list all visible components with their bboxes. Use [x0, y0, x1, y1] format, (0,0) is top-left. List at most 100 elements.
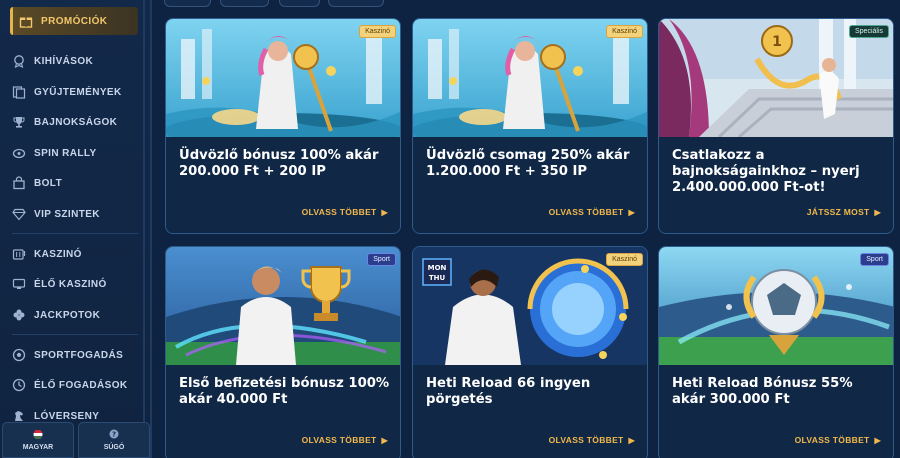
promo-card[interactable]: Kaszinó Üdvözlő csomag 250% akár 1.200.0… — [412, 18, 648, 234]
sidebar-item-live-casino[interactable]: ÉLŐ KASZINÓ — [12, 271, 140, 297]
help-icon: ? — [109, 429, 119, 441]
read-more-link[interactable]: OLVASS TÖBBET ▶ — [549, 435, 635, 445]
sidebar-item-label: JACKPOTOK — [34, 309, 101, 321]
category-badge: Sport — [860, 253, 889, 266]
slot-icon — [12, 247, 26, 261]
filter-tab[interactable] — [279, 0, 320, 7]
sidebar-item-label: ÉLŐ KASZINÓ — [34, 278, 107, 290]
sidebar-item-jackpots[interactable]: JACKPOTOK — [12, 302, 140, 328]
arrow-right-icon: ▶ — [874, 207, 881, 217]
help-button[interactable]: ? SÚGÓ — [78, 422, 150, 458]
filter-tab[interactable] — [220, 0, 269, 7]
read-more-link[interactable]: OLVASS TÖBBET ▶ — [302, 207, 388, 217]
sidebar-item-spin-rally[interactable]: SPIN RALLY — [12, 140, 140, 166]
sidebar-item-label: LÓVERSENY — [34, 410, 100, 422]
cta-label: JÁTSSZ MOST — [806, 207, 870, 217]
category-badge: Kaszinó — [359, 25, 396, 38]
sidebar-item-label: KIHÍVÁSOK — [34, 55, 94, 67]
svg-text:?: ? — [112, 431, 116, 439]
promo-image: Kaszinó — [413, 19, 647, 137]
promo-card[interactable]: Sport Első befizetési bónusz 100% akár 4… — [165, 246, 401, 458]
language-label: MAGYAR — [22, 443, 54, 451]
filter-tab[interactable] — [164, 0, 211, 7]
category-badge: Kaszinó — [606, 253, 643, 266]
sidebar-item-challenges[interactable]: KIHÍVÁSOK — [12, 48, 140, 74]
promo-image: Sport — [659, 247, 893, 365]
read-more-link[interactable]: OLVASS TÖBBET ▶ — [549, 207, 635, 217]
promotions-grid: Kaszinó Üdvözlő bónusz 100% akár 200.000… — [152, 0, 900, 458]
svg-text:MON: MON — [428, 264, 447, 272]
category-badge: Kaszinó — [606, 25, 643, 38]
sidebar-item-vip-levels[interactable]: VIP SZINTEK — [12, 201, 140, 227]
rally-icon — [12, 146, 26, 160]
language-button[interactable]: MAGYAR — [2, 422, 74, 458]
sidebar-footer: MAGYAR ? SÚGÓ — [0, 422, 152, 458]
promo-image: MON THU Kaszinó — [413, 247, 647, 365]
promo-title: Első befizetési bónusz 100% akár 40.000 … — [179, 376, 390, 407]
sidebar: PROMÓCIÓK KIHÍVÁSOK GYŰJTEMÉNYEK BAJNOKS… — [0, 0, 152, 458]
sidebar-item-label: BOLT — [34, 177, 63, 189]
promo-title: Heti Reload 66 ingyen pörgetés — [426, 376, 591, 407]
collection-icon — [12, 85, 26, 99]
sidebar-item-label: KASZINÓ — [34, 248, 82, 260]
play-now-link[interactable]: JÁTSSZ MOST ▶ — [807, 207, 881, 217]
arrow-right-icon: ▶ — [874, 435, 881, 445]
live-casino-icon — [12, 277, 26, 291]
sidebar-item-shop[interactable]: BOLT — [12, 170, 140, 196]
sidebar-item-live-betting[interactable]: ÉLŐ FOGADÁSOK — [12, 372, 140, 398]
promo-title: Heti Reload Bónusz 55% akár 300.000 Ft — [672, 376, 853, 407]
cta-label: OLVASS TÖBBET — [301, 207, 377, 217]
read-more-link[interactable]: OLVASS TÖBBET ▶ — [302, 435, 388, 445]
sidebar-item-label: ÉLŐ FOGADÁSOK — [34, 379, 128, 391]
sidebar-divider — [143, 0, 145, 458]
sidebar-item-label: GYŰJTEMÉNYEK — [34, 86, 122, 98]
arrow-right-icon: ▶ — [381, 435, 388, 445]
diamond-icon — [12, 207, 26, 221]
sidebar-item-sports-betting[interactable]: SPORTFOGADÁS — [12, 342, 140, 368]
category-badge: Speciális — [848, 25, 889, 38]
sidebar-item-casino[interactable]: KASZINÓ — [12, 241, 140, 267]
promo-card[interactable]: Kaszinó Üdvözlő bónusz 100% akár 200.000… — [165, 18, 401, 234]
svg-text:THU: THU — [429, 274, 446, 282]
sidebar-separator — [12, 233, 138, 234]
cta-label: OLVASS TÖBBET — [548, 207, 624, 217]
sidebar-item-label: PROMÓCIÓK — [41, 15, 108, 27]
sidebar-separator — [12, 334, 138, 335]
horse-icon — [12, 409, 26, 423]
category-badge: Sport — [367, 253, 396, 266]
sidebar-item-collections[interactable]: GYŰJTEMÉNYEK — [12, 79, 140, 105]
sidebar-item-label: BAJNOKSÁGOK — [34, 116, 118, 128]
promo-card[interactable]: 1 Speciális Csatlakozz a bajnokságainkho… — [658, 18, 894, 234]
promo-card[interactable]: MON THU Kaszinó Heti Reload 66 ingyen pö… — [412, 246, 648, 458]
svg-text:1: 1 — [772, 34, 782, 50]
promo-title: Üdvözlő bónusz 100% akár 200.000 Ft + 20… — [179, 148, 379, 179]
sidebar-item-tournaments[interactable]: BAJNOKSÁGOK — [12, 109, 140, 135]
promo-card[interactable]: Sport Heti Reload Bónusz 55% akár 300.00… — [658, 246, 894, 458]
gift-icon — [19, 14, 33, 28]
filter-tab[interactable] — [328, 0, 384, 7]
cta-label: OLVASS TÖBBET — [301, 435, 377, 445]
promo-image: Sport — [166, 247, 400, 365]
promo-image: Kaszinó — [166, 19, 400, 137]
sidebar-item-label: SPORTFOGADÁS — [34, 349, 124, 361]
promo-image: 1 Speciális — [659, 19, 893, 137]
read-more-link[interactable]: OLVASS TÖBBET ▶ — [795, 435, 881, 445]
trophy-icon — [12, 115, 26, 129]
sidebar-item-label: SPIN RALLY — [34, 147, 97, 159]
medal-icon — [12, 54, 26, 68]
sidebar-item-label: VIP SZINTEK — [34, 208, 100, 220]
help-label: SÚGÓ — [103, 444, 125, 451]
arrow-right-icon: ▶ — [628, 435, 635, 445]
arrow-right-icon: ▶ — [628, 207, 635, 217]
ball-icon — [12, 348, 26, 362]
clover-icon — [12, 308, 26, 322]
promo-title: Csatlakozz a bajnokságainkhoz – nyerj 2.… — [672, 148, 860, 195]
cta-label: OLVASS TÖBBET — [794, 435, 870, 445]
hungarian-flag-icon — [33, 428, 43, 441]
arrow-right-icon: ▶ — [381, 207, 388, 217]
sidebar-item-promotions[interactable]: PROMÓCIÓK — [10, 7, 138, 35]
shop-icon — [12, 176, 26, 190]
cta-label: OLVASS TÖBBET — [548, 435, 624, 445]
filter-tabs — [152, 0, 900, 8]
promo-title: Üdvözlő csomag 250% akár 1.200.000 Ft + … — [426, 148, 630, 179]
